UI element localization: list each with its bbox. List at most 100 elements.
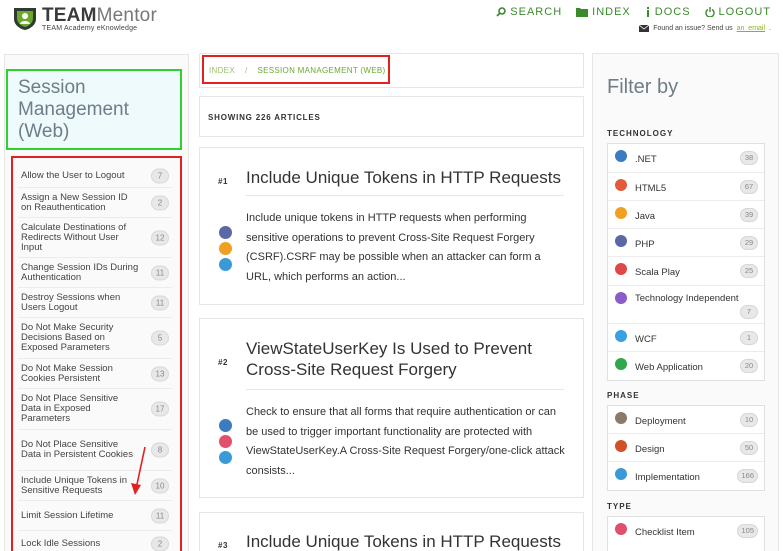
list-item[interactable]: Do Not Place Sensitive Data in Persisten… — [18, 430, 172, 471]
list-item[interactable]: Lock Idle Sessions 2 — [18, 531, 172, 551]
brand-bold: TEAM — [42, 5, 97, 26]
count-badge: 67 — [740, 180, 758, 194]
article-number: #1 — [218, 177, 228, 186]
count-badge: 50 — [740, 441, 758, 455]
search-icon — [496, 7, 507, 17]
filter-label: Design — [635, 444, 665, 455]
article-title[interactable]: ViewStateUserKey Is Used to Prevent Cros… — [246, 338, 566, 380]
filter-item-checklist-item[interactable]: Checklist Item 105 — [608, 517, 764, 545]
list-item[interactable]: Do Not Place Sensitive Data in Exposed P… — [18, 389, 172, 430]
count-badge: 20 — [740, 359, 758, 373]
annotation-arrow-icon — [131, 446, 146, 495]
article-title[interactable]: Include Unique Tokens in HTTP Requests — [246, 167, 566, 188]
nav-logout[interactable]: LOGOUT — [704, 6, 771, 18]
filter-item-design[interactable]: Design 50 — [608, 434, 764, 462]
filter-item-java[interactable]: Java 39 — [608, 201, 764, 229]
list-item[interactable]: Change Session IDs During Authentication… — [18, 258, 172, 288]
checklist-icon — [219, 435, 232, 448]
filter-label: Checklist Item — [635, 527, 695, 538]
filter-label: Deployment — [635, 416, 686, 427]
list-item-label: Allow the User to Logout — [21, 169, 125, 181]
list-item[interactable]: Assign a New Session ID on Reauthenticat… — [18, 188, 172, 218]
brand-logo[interactable]: TEAMMentor TEAM Academy eKnowledge — [12, 6, 157, 32]
list-item[interactable]: Destroy Sessions when Users Logout 11 — [18, 288, 172, 318]
list-item-label: Calculate Destinations of Redirects With… — [21, 221, 127, 253]
count-badge: 38 — [740, 151, 758, 165]
page-title: Session Management (Web) — [18, 77, 129, 142]
list-item[interactable]: Limit Session Lifetime 11 — [18, 501, 172, 531]
dotnet-icon — [219, 419, 232, 432]
nav-search-label: SEARCH — [510, 6, 563, 18]
list-item[interactable]: Allow the User to Logout 7 — [18, 164, 172, 188]
filter-label: Java — [635, 211, 656, 222]
article-title[interactable]: Include Unique Tokens in HTTP Requests — [246, 531, 566, 551]
filter-item-deployment[interactable]: Deployment 10 — [608, 406, 764, 434]
nav-logout-label: LOGOUT — [718, 6, 771, 18]
implementation-icon — [219, 451, 232, 464]
breadcrumb-index[interactable]: INDEX — [209, 66, 235, 75]
filter-item-dotnet[interactable]: .NET 38 — [608, 144, 764, 173]
breadcrumb-current[interactable]: SESSION MANAGEMENT (WEB) — [257, 66, 385, 75]
count-badge: 12 — [151, 230, 169, 245]
checklist-icon — [615, 523, 627, 535]
implementation-icon — [219, 258, 232, 271]
filter-label: WCF — [635, 334, 657, 345]
divider — [246, 389, 564, 390]
php-icon — [219, 226, 232, 239]
breadcrumb-separator: / — [244, 66, 248, 75]
filter-item-php[interactable]: PHP 29 — [608, 229, 764, 257]
issue-notice: Found an issue? Send us an_email. — [639, 25, 771, 32]
list-item[interactable]: Include Unique Tokens in Sensitive Reque… — [18, 471, 172, 501]
article-card[interactable]: #2 ViewStateUserKey Is Used to Prevent C… — [199, 318, 584, 498]
article-tags — [219, 226, 232, 271]
filter-label: PHP — [635, 239, 655, 250]
info-icon — [646, 7, 649, 17]
filter-item-implementation[interactable]: Implementation 166 — [608, 462, 764, 490]
article-description: Check to ensure that all forms that requ… — [246, 406, 565, 477]
type-heading: TYPE — [607, 502, 632, 511]
deployment-icon — [615, 412, 627, 424]
type-filter-group: Checklist Item 105 — [607, 516, 765, 551]
article-tags — [219, 419, 232, 464]
article-card[interactable]: #1 Include Unique Tokens in HTTP Request… — [199, 147, 584, 305]
nav-docs[interactable]: DOCS — [645, 6, 691, 18]
count-badge: 5 — [151, 330, 169, 346]
count-badge: 166 — [737, 469, 758, 483]
implementation-icon — [615, 468, 627, 480]
html5-icon — [615, 179, 627, 191]
article-card[interactable]: #3 Include Unique Tokens in HTTP Request… — [199, 512, 584, 551]
technology-filter-group: .NET 38 HTML5 67 Java 39 PHP 29 Scala Play 25… — [607, 143, 765, 381]
nav-docs-label: DOCS — [654, 6, 691, 18]
list-item[interactable]: Do Not Make Security Decisions Based on … — [18, 318, 172, 359]
list-item-label: Do Not Make Session Cookies Persistent — [21, 362, 113, 384]
divider — [246, 195, 564, 196]
list-item[interactable]: Do Not Make Session Cookies Persistent 13 — [18, 359, 172, 389]
filter-item-web-application[interactable]: Web Application 20 — [608, 352, 764, 380]
nav-search[interactable]: SEARCH — [496, 6, 562, 18]
folder-icon — [576, 8, 589, 17]
list-item[interactable]: Calculate Destinations of Redirects With… — [18, 218, 172, 258]
article-number: #2 — [218, 358, 228, 367]
article-description: Include unique tokens in HTTP requests w… — [246, 212, 541, 283]
filter-label: Scala Play — [635, 267, 680, 278]
list-item-label: Do Not Make Security Decisions Based on … — [21, 322, 114, 353]
power-icon — [704, 7, 715, 17]
filter-label: .NET — [635, 154, 657, 165]
email-link[interactable]: an_email — [737, 25, 765, 32]
count-badge: 11 — [151, 508, 169, 523]
list-item-label: Destroy Sessions when Users Logout — [21, 291, 121, 313]
topic-list-highlight: Allow the User to Logout 7 Assign a New S… — [11, 156, 182, 551]
filter-item-html5[interactable]: HTML5 67 — [608, 173, 764, 201]
nav-index[interactable]: INDEX — [576, 6, 631, 18]
article-count-bar: SHOWING 226 ARTICLES — [199, 96, 584, 137]
filter-item-scala-play[interactable]: Scala Play 25 — [608, 257, 764, 286]
java-icon — [219, 242, 232, 255]
filter-item-wcf[interactable]: WCF 1 — [608, 324, 764, 352]
issue-end: . — [769, 25, 771, 32]
count-badge: 7 — [151, 168, 169, 183]
filter-item-technology-independent[interactable]: Technology Independent 7 — [608, 286, 764, 324]
count-badge: 25 — [740, 264, 758, 278]
scala-play-icon — [615, 263, 627, 275]
envelope-icon — [639, 25, 650, 32]
topic-list: Allow the User to Logout 7 Assign a New S… — [18, 164, 172, 551]
